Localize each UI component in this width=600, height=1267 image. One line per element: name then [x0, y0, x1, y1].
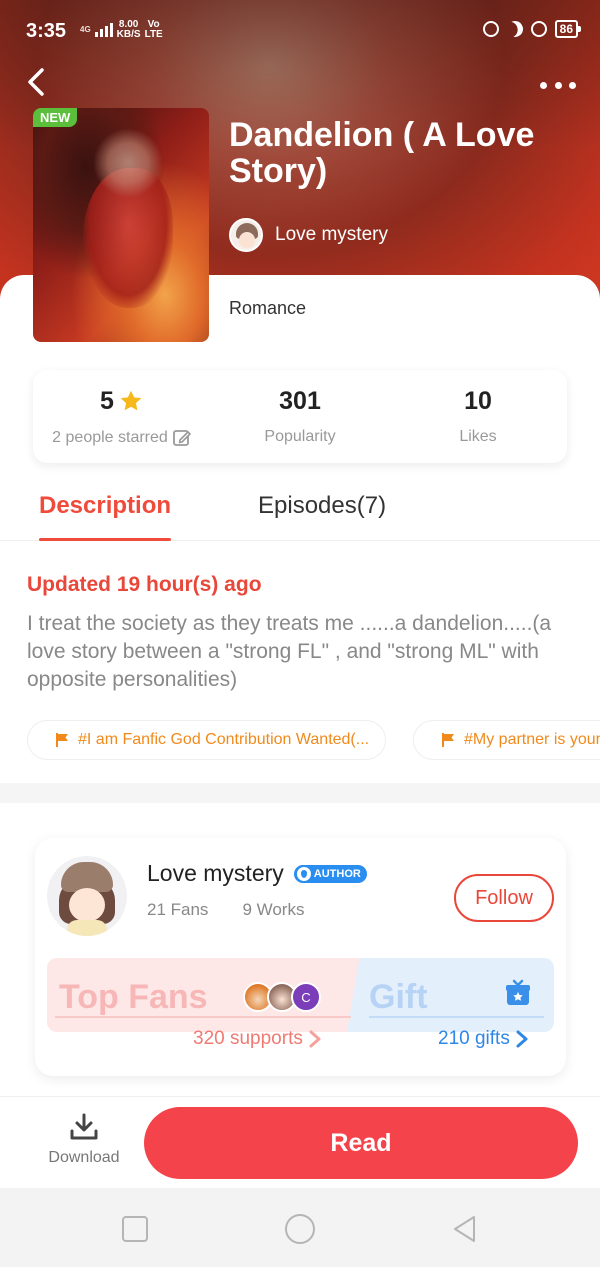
speed-unit: KB/S — [116, 29, 141, 40]
tag-label: #I am Fanfic God Contribution Wanted(... — [78, 731, 370, 748]
gift-title: Gift — [369, 978, 428, 1016]
description-text: I treat the society as they treats me ..… — [27, 612, 552, 691]
updated-label: Updated 19 hour(s) ago — [27, 573, 262, 596]
tag-chip[interactable]: #I am Fanfic God Contribution Wanted(... — [27, 720, 387, 760]
likes-label: Likes — [459, 428, 497, 445]
tag-list: #I am Fanfic God Contribution Wanted(...… — [27, 720, 600, 760]
top-fans-title: Top Fans — [59, 978, 208, 1016]
signal-icon — [94, 23, 113, 37]
do-not-disturb-icon — [504, 18, 526, 40]
battery-icon: 86 — [554, 20, 582, 38]
volte-indicator: Vo LTE — [145, 20, 163, 40]
rating-stat[interactable]: 5 2 people starred — [33, 370, 211, 463]
author-card-name[interactable]: Love mystery — [147, 860, 284, 887]
top-fans-avatars: C — [243, 982, 321, 1012]
lte-label: LTE — [144, 29, 163, 40]
status-time: 3:35 — [26, 20, 67, 42]
works-count: 9 Works — [242, 900, 305, 919]
tab-episodes[interactable]: Episodes(7) — [258, 492, 386, 540]
tag-label: #My partner is your — [464, 731, 600, 748]
flag-icon — [442, 733, 454, 747]
rating-label: 2 people starred — [52, 429, 168, 446]
tab-bar: Description Episodes(7) — [0, 492, 600, 541]
section-divider — [0, 783, 600, 803]
fans-count: 21 Fans — [147, 900, 209, 919]
author-avatar — [229, 218, 263, 252]
author-card: Love mystery AUTHOR 21 Fans 9 Works Foll… — [35, 838, 566, 1076]
chevron-left-icon — [28, 68, 44, 96]
rating-value: 5 — [100, 386, 114, 415]
book-author[interactable]: Love mystery — [229, 218, 388, 252]
flag-icon — [56, 733, 68, 747]
tag-chip[interactable]: #My partner is your — [413, 720, 600, 760]
gift-box-icon — [506, 979, 530, 1005]
new-badge: NEW — [33, 108, 78, 127]
tab-description[interactable]: Description — [39, 492, 172, 541]
genre-label: Romance — [229, 298, 307, 318]
edit-icon[interactable] — [172, 428, 192, 448]
download-icon — [70, 1113, 98, 1140]
popularity-label: Popularity — [264, 428, 336, 445]
book-title: Dandelion ( A Love Story) — [229, 116, 535, 190]
author-avatar-large[interactable] — [47, 856, 127, 936]
author-badge-icon — [296, 866, 311, 881]
network-speed: 8.00 KB/S — [117, 20, 141, 40]
network-indicator: 4G 8.00 KB/S Vo LTE — [80, 20, 163, 40]
system-navigation-bar — [0, 1188, 600, 1267]
triangle-back-icon — [454, 1216, 475, 1242]
author-name: Love mystery — [275, 224, 388, 245]
gift-underline — [369, 1016, 544, 1018]
popularity-stat: 301 Popularity — [211, 370, 389, 463]
author-badge-label: AUTHOR — [313, 867, 361, 880]
recent-apps-button[interactable] — [122, 1216, 148, 1242]
read-button[interactable]: Read — [144, 1107, 578, 1179]
download-label: Download — [48, 1149, 120, 1166]
back-button[interactable] — [20, 64, 56, 100]
status-bar: 3:35 4G 8.00 KB/S Vo LTE 86 — [0, 0, 600, 64]
popularity-value: 301 — [279, 386, 321, 415]
more-dot-icon — [554, 81, 562, 89]
follow-button[interactable]: Follow — [454, 874, 554, 922]
home-button[interactable] — [285, 1214, 315, 1244]
system-back-button[interactable] — [450, 1214, 480, 1244]
status-icons: 86 — [482, 18, 582, 40]
download-button[interactable]: Download — [44, 1113, 124, 1167]
stats-card: 5 2 people starred 301 Popularity 10 Lik… — [33, 370, 567, 463]
likes-value: 10 — [464, 386, 492, 415]
bottom-action-bar: Download Read — [0, 1096, 600, 1188]
alarm-icon — [530, 21, 547, 37]
likes-stat: 10 Likes — [389, 370, 567, 463]
data-saver-icon — [482, 21, 499, 37]
more-dot-icon — [540, 81, 547, 89]
book-cover-image[interactable]: NEW — [33, 108, 209, 342]
top-fans-underline — [55, 1016, 351, 1018]
author-badge: AUTHOR — [293, 864, 367, 883]
support-strip-content: Top Fans C Gift — [47, 958, 554, 1032]
more-dot-icon — [569, 81, 576, 89]
star-icon — [120, 390, 142, 411]
fan-avatar: C — [291, 982, 321, 1012]
more-options-button[interactable] — [536, 70, 580, 100]
network-label: 4G — [80, 25, 91, 34]
